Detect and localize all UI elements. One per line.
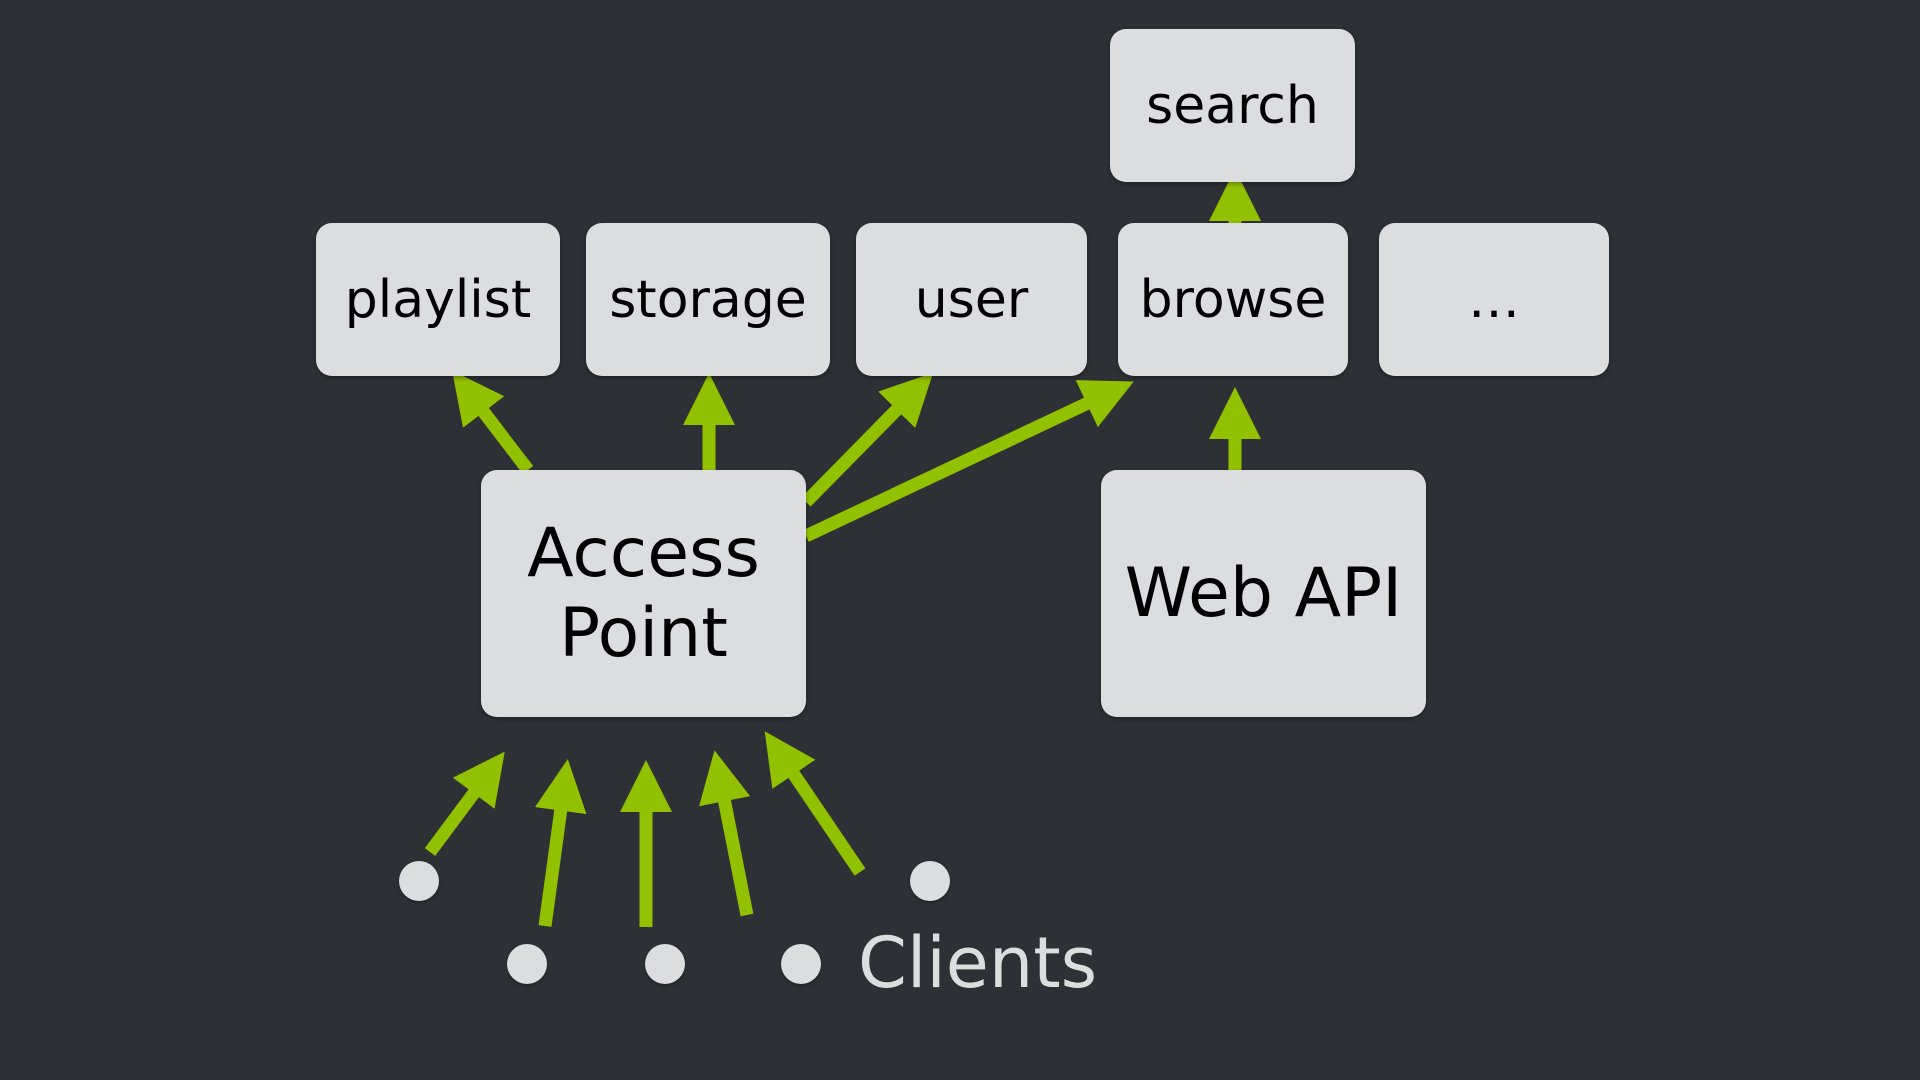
arrow-client2 xyxy=(534,759,587,927)
access-point-box: Access Point xyxy=(481,470,806,717)
clients-label: Clients xyxy=(858,922,1098,1004)
client-dot xyxy=(645,944,685,984)
arrow-access-to-playlist xyxy=(452,370,534,474)
browse-box: browse xyxy=(1118,223,1348,376)
client-dot xyxy=(399,861,439,901)
playlist-box: playlist xyxy=(316,223,560,376)
arrows-layer xyxy=(424,169,1261,927)
more-services-box: … xyxy=(1379,223,1609,376)
client-dot xyxy=(910,861,950,901)
storage-box: storage xyxy=(586,223,830,376)
search-box: search xyxy=(1110,29,1355,182)
client-dot xyxy=(781,944,821,984)
arrow-client4 xyxy=(699,750,754,917)
arrow-client1 xyxy=(424,751,505,856)
user-box: user xyxy=(856,223,1087,376)
arrow-client5 xyxy=(764,731,866,876)
client-dot xyxy=(507,944,547,984)
web-api-box: Web API xyxy=(1101,470,1426,717)
